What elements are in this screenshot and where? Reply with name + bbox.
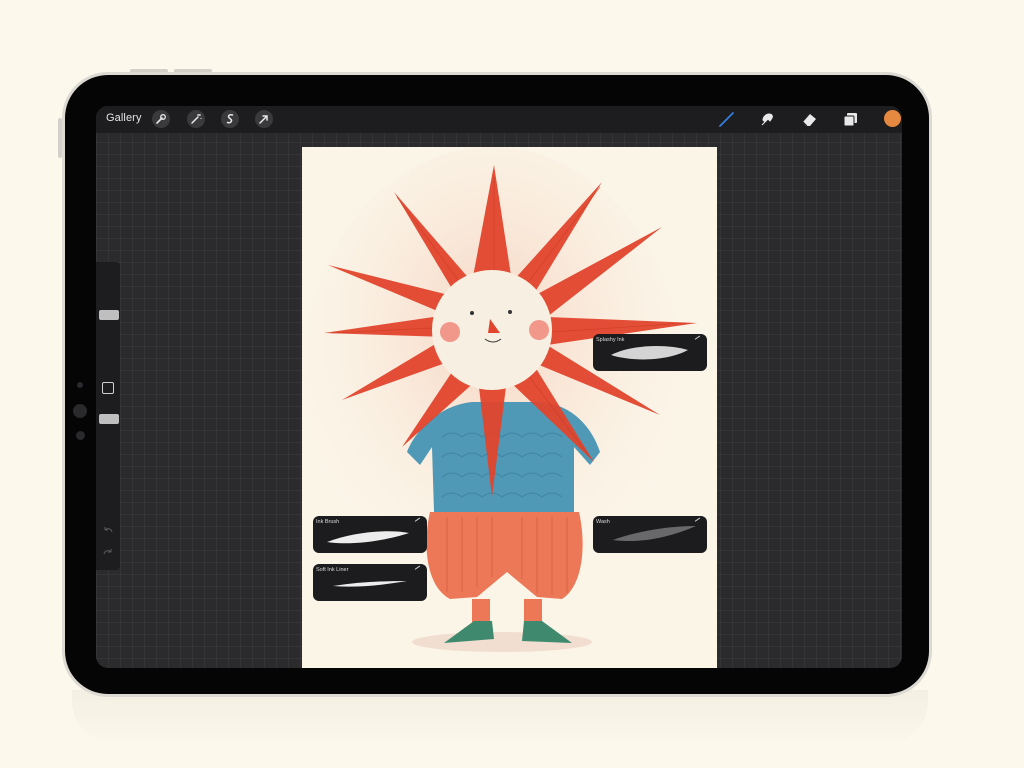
brush-size-slider-handle[interactable]	[99, 310, 119, 320]
procreate-screen: Gallery Splashy Ink Ink Brush Wash Soft …	[96, 106, 902, 668]
top-toolbar: Gallery	[96, 106, 902, 133]
brush-card-soft-ink-liner[interactable]: Soft Ink Liner	[313, 564, 427, 601]
modify-square-icon[interactable]	[102, 382, 114, 394]
eraser-icon[interactable]	[800, 110, 819, 129]
smudge-icon[interactable]	[757, 110, 776, 129]
layers-icon[interactable]	[841, 110, 860, 129]
undo-icon[interactable]	[102, 524, 114, 536]
color-picker-swatch[interactable]	[884, 110, 901, 127]
gallery-button[interactable]: Gallery	[106, 112, 142, 124]
bezel-dot-small	[76, 431, 85, 440]
brush-card-ink-brush[interactable]: Ink Brush	[313, 516, 427, 553]
right-shoe	[522, 621, 572, 643]
bezel-dot-large	[73, 404, 87, 418]
front-camera	[77, 382, 83, 388]
brush-size-slider[interactable]	[98, 268, 119, 368]
redo-icon[interactable]	[102, 546, 114, 558]
device-shadow	[72, 690, 928, 742]
brush-icon[interactable]	[717, 110, 736, 129]
arrow-cursor-icon[interactable]	[255, 110, 273, 128]
brush-card-wash[interactable]: Wash	[593, 516, 707, 553]
selection-s-icon[interactable]	[221, 110, 239, 128]
opacity-slider-handle[interactable]	[99, 414, 119, 424]
left-sidebar	[96, 262, 120, 570]
opacity-slider[interactable]	[98, 402, 119, 512]
brush-card-splashy-ink[interactable]: Splashy Ink	[593, 334, 707, 371]
wrench-icon[interactable]	[152, 110, 170, 128]
magic-wand-icon[interactable]	[187, 110, 205, 128]
